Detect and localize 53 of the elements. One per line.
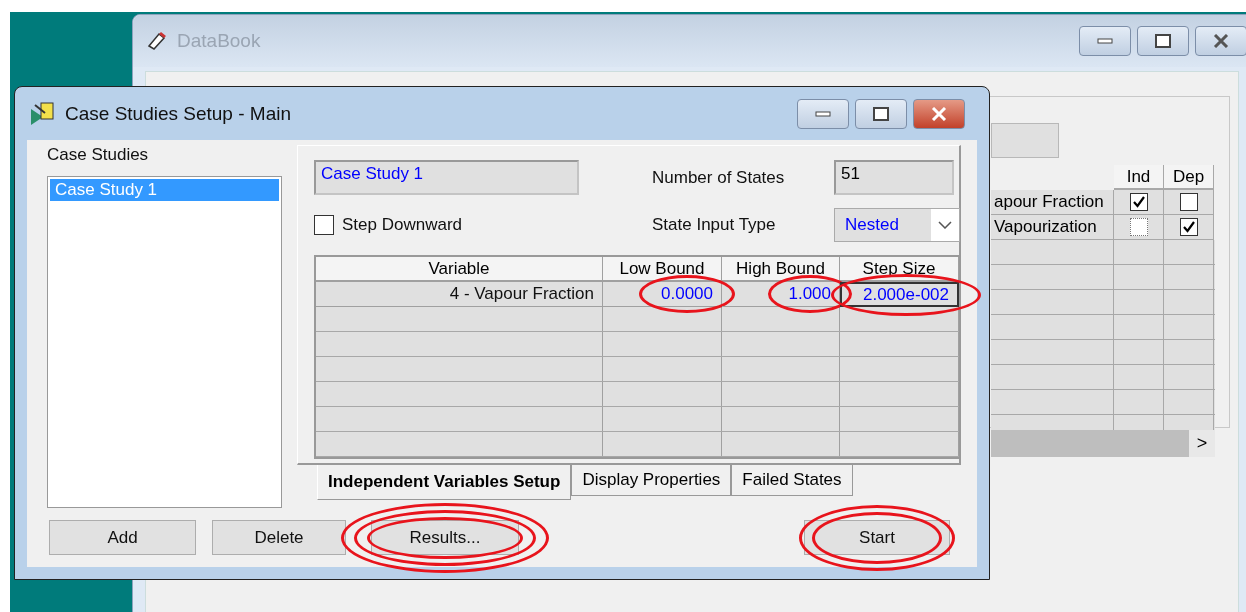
minimize-icon	[815, 110, 831, 117]
table-cell: 2.000e-002	[862, 284, 949, 305]
checkbox[interactable]	[1129, 193, 1148, 211]
column-header: Dep	[1164, 165, 1214, 190]
tab[interactable]: Independent Variables Setup	[317, 465, 572, 500]
maximize-icon	[1155, 34, 1171, 48]
pencil-icon	[147, 32, 167, 50]
name-field[interactable]: Case Study 1	[314, 160, 579, 195]
checkbox[interactable]	[314, 215, 334, 235]
dialog-button[interactable]: Delete	[212, 520, 346, 555]
text-field[interactable]	[991, 123, 1059, 158]
horizontal-scrollbar[interactable]: >	[991, 430, 1215, 457]
close-icon	[1213, 34, 1229, 48]
tab[interactable]: Failed States	[731, 465, 853, 496]
column-header: Low Bound	[603, 257, 722, 282]
minimize-icon	[1097, 38, 1113, 44]
checkmark-icon	[1181, 220, 1196, 234]
close-icon	[931, 106, 947, 121]
table-cell: Vapourization	[991, 215, 1114, 240]
window-title: DataBook	[177, 30, 261, 52]
maximize-icon	[873, 106, 889, 121]
table-cell: apour Fraction	[991, 190, 1114, 215]
table-cell: 0.0000	[661, 284, 713, 304]
checkbox[interactable]	[1129, 218, 1148, 236]
minimize-button[interactable]	[797, 98, 849, 129]
maximize-button[interactable]	[1137, 26, 1189, 56]
column-header: Ind	[1114, 165, 1164, 190]
number-field[interactable]: 51	[834, 160, 954, 195]
close-button[interactable]	[913, 98, 965, 129]
list-label: Case Studies	[47, 145, 150, 165]
table-cell: 4 - Vapour Fraction	[449, 284, 594, 304]
dialog-button[interactable]: Add	[49, 520, 196, 555]
minimize-button[interactable]	[1079, 26, 1131, 56]
checkbox[interactable]	[1179, 193, 1198, 211]
maximize-button[interactable]	[855, 98, 907, 129]
checkbox[interactable]	[1179, 218, 1198, 236]
dialog-button[interactable]: Start	[804, 520, 950, 555]
column-header: High Bound	[722, 257, 840, 282]
dropdown[interactable]: Nested	[834, 208, 960, 242]
chevron-down-icon	[938, 221, 952, 229]
checkbox-label: Step Downward	[342, 215, 462, 235]
scroll-right-button[interactable]: >	[1189, 430, 1215, 457]
column-header: Variable	[316, 257, 603, 282]
column-header: Step Size	[840, 257, 959, 282]
close-button[interactable]	[1195, 26, 1246, 56]
checkmark-icon	[1131, 195, 1146, 209]
app-icon	[29, 100, 55, 127]
table-cell: 1.000	[788, 284, 831, 304]
dialog-button[interactable]: Results...	[371, 520, 519, 555]
field-label: State Input Type	[652, 215, 777, 235]
window-title: Case Studies Setup - Main	[65, 102, 291, 125]
field-label: Number of States	[652, 167, 786, 188]
tab[interactable]: Display Properties	[571, 465, 732, 496]
